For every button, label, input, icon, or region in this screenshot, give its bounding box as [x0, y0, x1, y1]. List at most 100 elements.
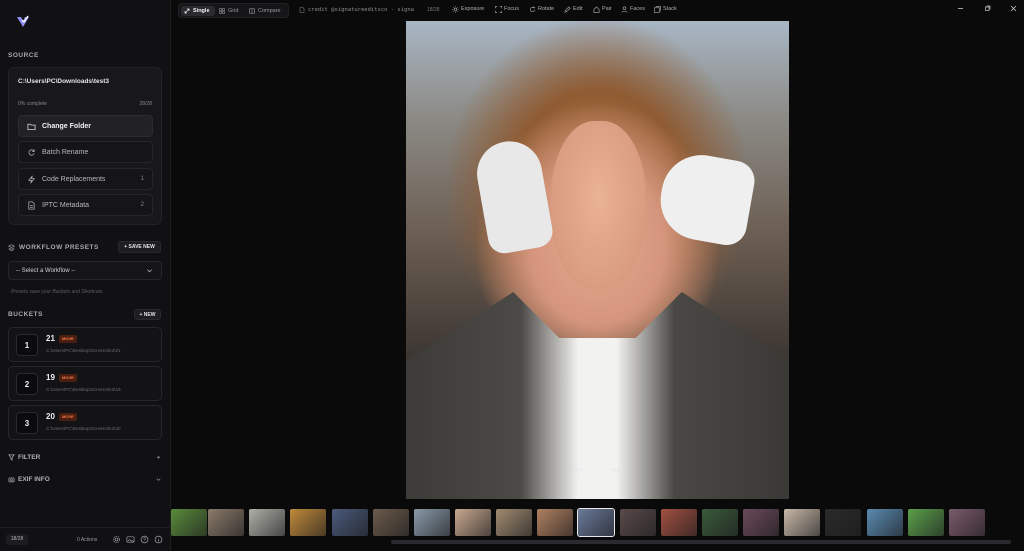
filmstrip-thumbnail[interactable]	[373, 509, 409, 536]
bucket-item[interactable]: 2 19 MOVE C:\Users\PC\Desktop\Screenshot…	[8, 366, 162, 401]
top-image-counter: 18/28	[427, 7, 440, 13]
bucket-path: C:\Users\PC\Desktop\Screenshot\20	[46, 426, 121, 431]
folder-icon	[27, 123, 36, 131]
iptc-metadata-count: 2	[140, 202, 144, 208]
mode-grid-button[interactable]: Grid	[216, 6, 245, 16]
save-new-preset-button[interactable]: + SAVE NEW	[118, 241, 161, 253]
iptc-metadata-label: IPTC Metadata	[42, 202, 90, 209]
settings-gear-icon[interactable]	[112, 535, 121, 544]
change-folder-button[interactable]: Change Folder	[18, 115, 153, 137]
grid-icon	[219, 8, 225, 14]
filmstrip-thumbnail[interactable]	[620, 509, 656, 536]
filmstrip-thumbnail[interactable]	[290, 509, 326, 536]
code-replacements-label: Code Replacements	[42, 176, 106, 183]
image-counter-badge: 18/28	[6, 534, 28, 545]
filmstrip-thumbnail[interactable]	[784, 509, 820, 536]
image-icon[interactable]	[126, 535, 135, 544]
filter-label: FILTER	[18, 454, 41, 461]
stack-icon	[654, 6, 661, 13]
user-icon	[621, 6, 628, 13]
source-card: C:\Users\PC\Downloads\test3 0% complete …	[8, 67, 162, 225]
edit-tool-button[interactable]: Edit	[564, 6, 583, 13]
help-icon[interactable]	[140, 535, 149, 544]
filmstrip-thumbnail[interactable]	[208, 509, 244, 536]
pair-icon	[593, 6, 600, 13]
filmstrip-thumbnail[interactable]	[908, 509, 944, 536]
app-logo-icon	[17, 15, 29, 27]
exposure-label: Exposure	[461, 6, 485, 12]
change-folder-label: Change Folder	[42, 123, 92, 130]
minimize-icon[interactable]	[956, 4, 965, 13]
filmstrip-thumbnail[interactable]	[414, 509, 450, 536]
new-bucket-button[interactable]: + NEW	[134, 309, 161, 320]
code-replacements-count: 1	[140, 176, 144, 182]
bucket-key: 2	[16, 373, 38, 395]
bucket-move-badge: MOVE	[59, 335, 77, 343]
pair-label: Pair	[602, 6, 612, 12]
iptc-metadata-button[interactable]: IPTC Metadata 2	[18, 194, 153, 216]
filmstrip-thumbnail[interactable]	[949, 509, 985, 536]
progress-count: 28/28	[139, 101, 152, 107]
workflow-select[interactable]: -- Select a Workflow --	[8, 261, 162, 280]
bucket-item[interactable]: 1 21 MOVE C:\Users\PC\Desktop\Screenshot…	[8, 327, 162, 362]
filmstrip-scrollbar[interactable]	[391, 540, 1011, 544]
sidebar-footer: 18/28 0 Actions	[0, 527, 171, 551]
compare-icon	[249, 8, 255, 14]
close-icon[interactable]	[1009, 4, 1018, 13]
caret-down-icon	[156, 456, 161, 459]
faces-tool-button[interactable]: Faces	[621, 6, 645, 13]
filmstrip-thumbnail[interactable]	[661, 509, 697, 536]
bucket-move-badge: MOVE	[59, 413, 77, 421]
sidebar: SOURCE C:\Users\PC\Downloads\test3 0% co…	[0, 0, 171, 551]
filmstrip-thumbnail[interactable]	[332, 509, 368, 536]
filmstrip-thumbnail[interactable]	[496, 509, 532, 536]
actions-count[interactable]: 0 Actions	[77, 537, 97, 543]
filter-section-toggle[interactable]: FILTER	[8, 452, 162, 464]
filmstrip-thumbnail[interactable]	[171, 509, 207, 536]
lightning-icon	[27, 175, 36, 184]
previous-arrow-icon[interactable]	[573, 464, 585, 476]
maximize-icon[interactable]	[983, 4, 992, 13]
exposure-tool-button[interactable]: Exposure	[452, 6, 485, 13]
stack-label: Stack	[663, 6, 677, 12]
expand-icon	[184, 8, 190, 14]
rotate-icon	[530, 6, 536, 12]
bucket-key: 3	[16, 412, 38, 434]
file-icon	[299, 7, 305, 13]
chevron-down-icon	[147, 269, 152, 273]
focus-tool-button[interactable]: Focus	[495, 6, 519, 13]
pair-tool-button[interactable]: Pair	[593, 6, 612, 13]
filmstrip-thumbnail[interactable]	[867, 509, 903, 536]
top-toolbar: Single Grid Compare credit @signatureedi…	[171, 0, 1024, 20]
camera-icon	[8, 477, 15, 483]
next-arrow-icon[interactable]	[610, 464, 622, 476]
filmstrip-thumbnail[interactable]	[743, 509, 779, 536]
filmstrip-thumbnail[interactable]	[537, 509, 573, 536]
filmstrip-thumbnail[interactable]	[577, 508, 615, 537]
rotate-label: Rotate	[538, 6, 555, 12]
workflow-select-value: -- Select a Workflow --	[16, 268, 76, 274]
bucket-name: 19	[46, 373, 55, 382]
batch-rename-label: Batch Rename	[42, 149, 89, 156]
progress-label: 0% complete	[18, 101, 47, 107]
mode-compare-button[interactable]: Compare	[246, 6, 288, 16]
filmstrip-thumbnail[interactable]	[825, 509, 861, 536]
filmstrip-thumbnail[interactable]	[702, 509, 738, 536]
bucket-item[interactable]: 3 20 MOVE C:\Users\PC\Desktop\Screenshot…	[8, 405, 162, 440]
info-icon[interactable]	[154, 535, 163, 544]
edit-label: Edit	[573, 6, 583, 12]
filter-icon	[8, 454, 15, 461]
refresh-icon	[28, 149, 35, 156]
filmstrip-thumbnail[interactable]	[249, 509, 285, 536]
buckets-header: BUCKETS	[8, 311, 43, 318]
batch-rename-button[interactable]: Batch Rename	[18, 141, 153, 163]
document-icon	[28, 201, 35, 210]
rotate-tool-button[interactable]: Rotate	[529, 6, 554, 12]
exif-info-section-toggle[interactable]: EXIF INFO	[8, 474, 162, 486]
faces-label: Faces	[630, 6, 645, 12]
filmstrip-thumbnail[interactable]	[455, 509, 491, 536]
code-replacements-button[interactable]: Code Replacements 1	[18, 168, 153, 190]
bucket-name: 21	[46, 334, 55, 343]
mode-single-button[interactable]: Single	[181, 6, 215, 16]
stack-tool-button[interactable]: Stack	[654, 6, 677, 13]
